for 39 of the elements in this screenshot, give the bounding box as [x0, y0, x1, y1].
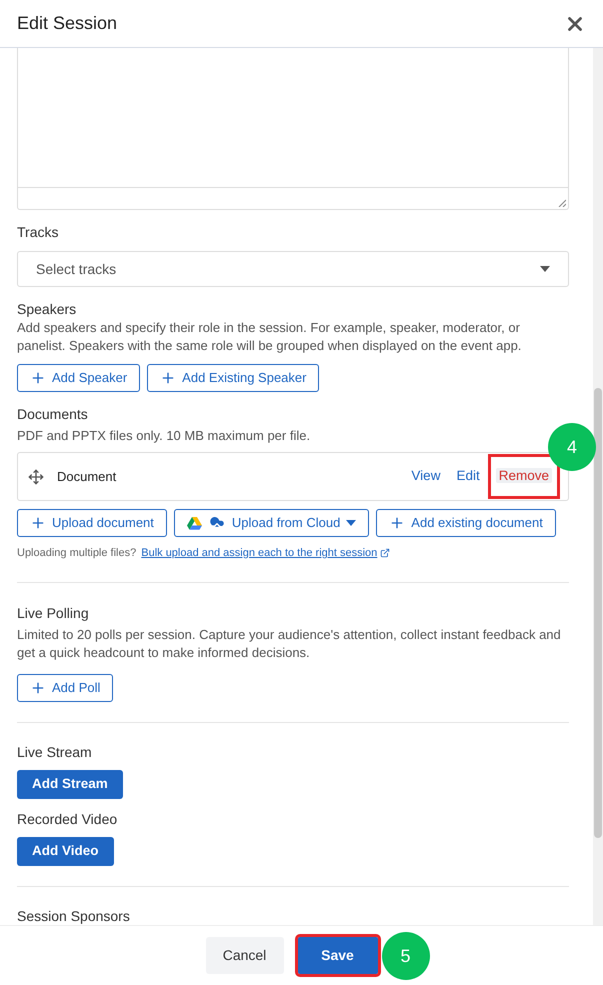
section-label: Live Polling	[17, 604, 90, 623]
dialog-title: Edit Session	[17, 12, 118, 35]
plus-icon	[30, 370, 46, 386]
plus-icon	[30, 515, 46, 531]
section-label: Session Sponsors	[17, 906, 131, 925]
add-button[interactable]: Add Video	[17, 836, 114, 866]
hint-text: Uploading multiple files?	[17, 546, 136, 561]
add-button[interactable]: Add Stream	[17, 770, 123, 798]
section-label: Live Stream	[17, 742, 93, 762]
add-button[interactable]: Upload from Cloud	[174, 509, 370, 537]
tracks-select[interactable]: Select tracks	[17, 251, 569, 287]
section-label: Documents	[17, 405, 89, 424]
resize-handle-icon	[558, 199, 566, 207]
scrollbar[interactable]	[593, 48, 603, 925]
section-description: Add speakers and specify their role in the session. For example, speaker, moderator, or panelist. Speakers with the same role will be grouped when displayed on the event app.	[17, 319, 522, 355]
drive-icon	[186, 516, 202, 530]
section-description: PDF and PPTX files only. 10 MB maximum per file.	[17, 427, 312, 445]
cancel-button[interactable]: Cancel	[206, 937, 284, 974]
section-label: Recorded Video	[17, 810, 118, 828]
action-link[interactable]: Edit	[448, 454, 488, 499]
section-description: Limited to 20 polls per session. Capture your audience's attention, collect instant feedback and get a quick headcount to make informed decisions.	[17, 626, 562, 662]
save-button[interactable]: Save	[298, 937, 378, 974]
document-name: Document	[57, 468, 118, 486]
bulk-upload-link[interactable]: Bulk upload and assign each to the right session	[141, 545, 390, 562]
action-link[interactable]: View	[403, 454, 448, 499]
plus-icon	[30, 680, 46, 696]
caret-icon	[540, 266, 550, 272]
add-button[interactable]: Add Speaker	[17, 364, 140, 392]
caret-icon	[346, 520, 356, 526]
section-label: Tracks	[17, 223, 60, 242]
add-button[interactable]: Upload document	[17, 509, 167, 537]
add-button[interactable]: Add existing document	[376, 509, 556, 537]
add-button[interactable]: Add Poll	[17, 674, 114, 702]
external-link-icon	[380, 548, 390, 558]
add-button[interactable]: Add Existing Speaker	[147, 364, 320, 392]
drag-handle-icon[interactable]	[28, 468, 44, 484]
step-marker: 5	[382, 932, 430, 980]
section-label: Speakers	[17, 301, 78, 317]
step-marker: 4	[548, 423, 596, 471]
